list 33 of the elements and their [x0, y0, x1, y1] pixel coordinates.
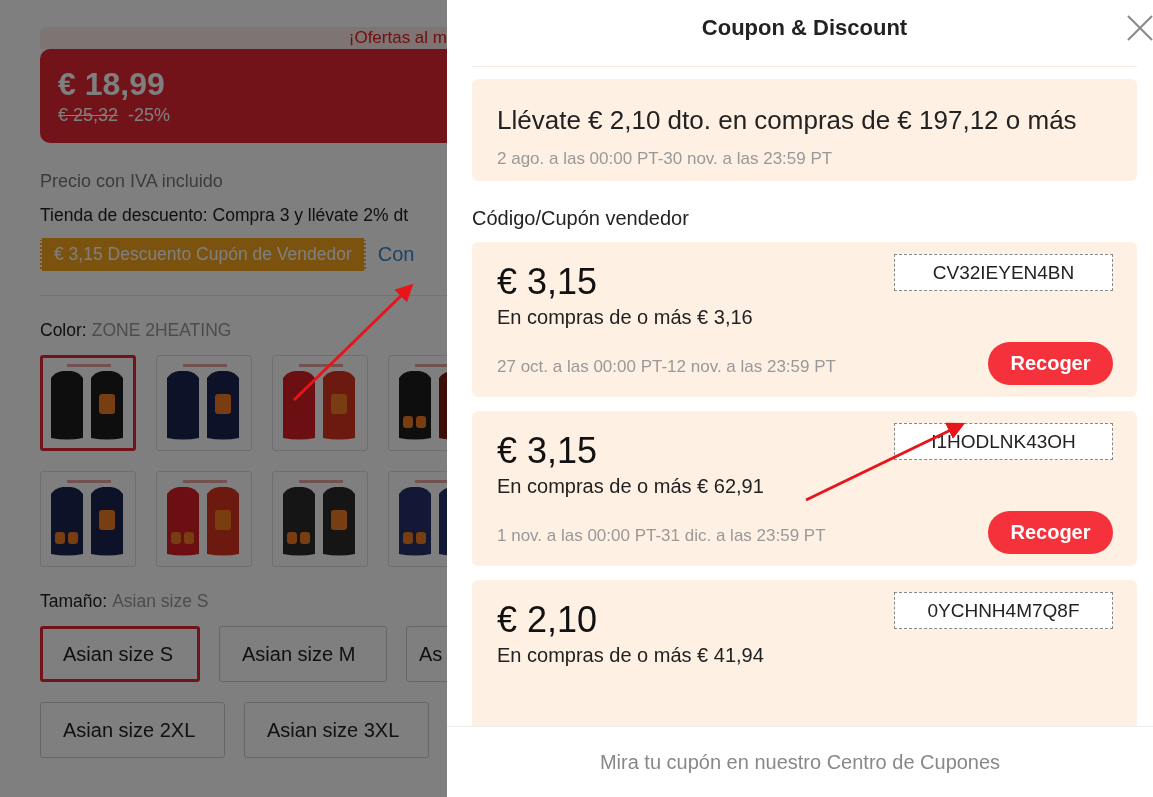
coupon-condition: En compras de o más € 41,94 — [497, 644, 764, 667]
size-option[interactable]: Asian size 3XL — [244, 702, 429, 758]
coupon-link[interactable]: Con — [377, 243, 415, 266]
promo-text: ¡Ofertas al m — [348, 28, 447, 48]
close-icon[interactable] — [1127, 15, 1153, 41]
collect-button[interactable]: Recoger — [988, 511, 1113, 554]
section-title: Código/Cupón vendedor — [472, 207, 690, 230]
tax-note: Precio con IVA incluido — [40, 171, 224, 192]
color-label: Color: — [40, 320, 87, 340]
discount-percent: -25% — [128, 105, 171, 126]
coupon-code[interactable]: 0YCHNH4M7Q8F — [894, 592, 1113, 629]
original-price: € 25,32 — [58, 105, 119, 126]
coupon-amount: € 3,15 — [497, 429, 599, 473]
collect-button[interactable]: Recoger — [988, 342, 1113, 385]
offer-text: Llévate € 2,10 dto. en compras de € 197,12 o más — [497, 104, 1078, 137]
size-option[interactable]: Asian size M — [219, 626, 387, 682]
coupon-condition: En compras de o más € 62,91 — [497, 475, 765, 498]
validity-period: 2 ago. a las 00:00 PT-30 nov. a las 23:59 PT — [497, 149, 834, 169]
size-label: Tamaño: — [40, 591, 108, 611]
validity-period: 1 nov. a las 00:00 PT-31 dic. a las 23:59 PT — [497, 526, 826, 546]
coupon-amount: € 2,10 — [497, 598, 599, 642]
store-discount: Tienda de descuento: Compra 3 y llévate 2% dt — [40, 205, 410, 226]
coupon-center-link[interactable]: Mira tu cupón en nuestro Centro de Cupones — [599, 750, 1001, 774]
size-option[interactable]: Asian size S — [40, 626, 200, 682]
current-price: € 18,99 — [58, 65, 166, 103]
dialog-title: Coupon & Discount — [701, 15, 908, 41]
validity-period: 27 oct. a las 00:00 PT-12 nov. a las 23:59 PT — [497, 357, 836, 377]
coupon-condition: En compras de o más € 3,16 — [497, 306, 754, 329]
size-option[interactable]: As — [406, 626, 447, 682]
coupon-code[interactable]: CV32IEYEN4BN — [894, 254, 1113, 291]
size-option[interactable]: Asian size 2XL — [40, 702, 225, 758]
coupon-amount: € 3,15 — [497, 260, 599, 304]
coupon-code[interactable]: I1HODLNK43OH — [894, 423, 1113, 460]
